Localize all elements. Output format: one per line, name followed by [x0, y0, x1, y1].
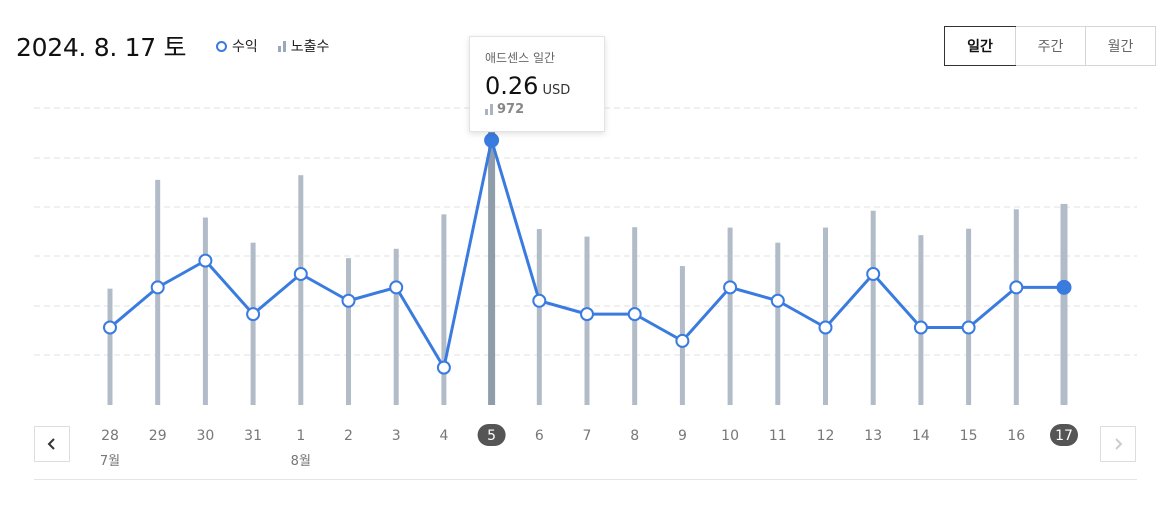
impressions-bar	[775, 242, 781, 405]
next-period-button[interactable]	[1100, 426, 1136, 462]
x-tick-label: 1	[296, 428, 305, 444]
revenue-point	[580, 307, 594, 322]
x-tick-label: 4	[439, 428, 448, 444]
x-tick-label: 5	[487, 428, 496, 444]
x-tick-label: 14	[912, 428, 930, 444]
impressions-bar	[107, 288, 113, 405]
x-tick-label: 11	[769, 428, 787, 444]
revenue-point	[532, 293, 547, 308]
revenue-point	[436, 360, 451, 375]
impressions-bar	[441, 214, 447, 405]
tooltip-impressions: 972	[497, 102, 525, 117]
impressions-bar	[346, 258, 351, 405]
x-tick-label: 17	[1055, 428, 1073, 444]
x-tick-label: 28	[101, 428, 119, 444]
impressions-bar	[870, 210, 876, 405]
divider	[34, 479, 1137, 480]
impressions-bar	[1013, 209, 1019, 405]
impressions-bar	[823, 227, 828, 405]
x-month-label: 8월	[291, 454, 311, 469]
revenue-point	[150, 280, 165, 295]
x-tick-label: 31	[244, 428, 262, 444]
impressions-bar	[298, 175, 304, 405]
chart-tooltip: 애드센스 일간 0.26 USD 972	[469, 36, 605, 132]
x-tick-label: 13	[864, 428, 882, 444]
revenue-point	[675, 333, 690, 348]
tooltip-title: 애드센스 일간	[485, 51, 556, 65]
revenue-point	[198, 253, 213, 268]
x-tick-label: 16	[1007, 428, 1025, 444]
revenue-point	[866, 267, 881, 281]
x-tick-label: 6	[535, 428, 544, 444]
chevron-right-icon	[1115, 438, 1123, 450]
x-tick-label: 12	[817, 428, 835, 444]
impressions-bar	[966, 228, 972, 405]
revenue-point	[293, 267, 308, 281]
x-tick-label: 3	[392, 428, 401, 444]
revenue-point	[484, 132, 500, 148]
tooltip-value: 0.26	[485, 72, 539, 100]
impressions-bar	[727, 227, 733, 405]
x-tick-label: 10	[721, 428, 739, 444]
revenue-point	[1009, 280, 1024, 295]
revenue-point	[961, 320, 976, 335]
revenue-point	[723, 280, 738, 295]
x-tick-label: 9	[678, 428, 687, 444]
impressions-bar	[1060, 203, 1068, 405]
revenue-point	[246, 307, 261, 322]
bar-chart-icon	[485, 104, 493, 115]
impressions-bar	[202, 217, 208, 405]
tooltip-unit: USD	[542, 83, 571, 98]
x-tick-label: 30	[196, 428, 214, 444]
revenue-point	[913, 320, 928, 335]
revenue-point	[389, 280, 404, 295]
x-tick-label: 8	[630, 428, 639, 444]
impressions-bar	[250, 242, 256, 405]
chevron-left-icon	[47, 438, 55, 450]
impressions-bar	[536, 229, 542, 405]
impressions-bar	[918, 235, 924, 405]
revenue-point	[770, 293, 785, 308]
revenue-point	[341, 293, 356, 308]
previous-period-button[interactable]	[34, 426, 70, 462]
impressions-bar	[393, 248, 399, 405]
revenue-point	[818, 320, 833, 335]
x-tick-label: 2	[344, 428, 353, 444]
x-month-label: 7월	[100, 454, 120, 469]
x-tick-label: 15	[960, 428, 978, 444]
revenue-point	[103, 320, 117, 335]
revenue-point	[1056, 279, 1072, 295]
x-tick-label: 29	[149, 428, 167, 444]
x-tick-label: 7	[583, 428, 592, 444]
revenue-point	[627, 307, 642, 322]
